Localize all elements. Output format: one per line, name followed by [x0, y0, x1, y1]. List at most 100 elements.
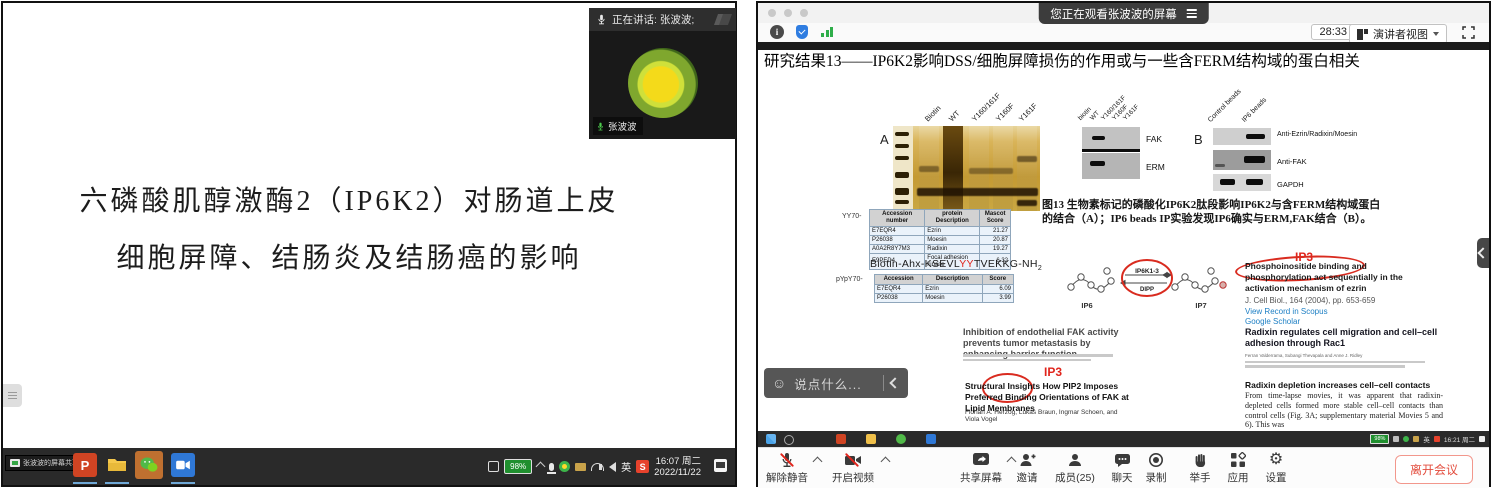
start-video-label: 开启视频 [832, 470, 874, 485]
avatar [628, 48, 698, 118]
info-glyph: i [776, 27, 779, 37]
collapsed-sidebar-tab[interactable] [3, 384, 22, 407]
members-button[interactable]: 成员(25) [1052, 452, 1098, 485]
invite-person-icon [1019, 452, 1036, 468]
shared-slide-title: 研究结果13——IP6K2影响DSS/细胞屏障损伤的作用或与一些含FERM结构域… [764, 51, 1480, 72]
ip6-ip7-pathway-diagram: IP6K1-3 DIPP IP6 IP7 [1063, 251, 1241, 315]
paper2-title: Radixin regulates cell migration and cel… [1245, 327, 1440, 349]
paper3-body: From time-lapse movies, it was apparent … [1245, 391, 1443, 430]
gel-lane-label: Y160F [994, 101, 1017, 124]
blot-row-label: ERM [1146, 162, 1165, 172]
score-table-2: AccessionDescriptionScore E7EQR4Ezrin6.0… [874, 274, 1014, 303]
active-app-underline [171, 482, 195, 484]
leave-meeting-button[interactable]: 离开会议 [1395, 455, 1473, 484]
table-row: P26038Moesin3.99 [875, 294, 1014, 303]
pathway-phosphatase: DIPP [1140, 287, 1154, 293]
paper3-heading: Radixin depletion increases cell–cell co… [1245, 380, 1430, 390]
mini-notification-icon [1479, 436, 1485, 442]
tray-glyphs [1403, 436, 1409, 442]
slide-title-line2: 细胞屏障、结肠炎及结肠癌的影响 [3, 236, 695, 276]
network-icon[interactable] [591, 463, 604, 471]
dual-screenshot-canvas: 六磷酸肌醇激酶2（IP6K2）对肠道上皮 细胞屏障、结肠炎及结肠癌的影响 正在讲… [0, 0, 1492, 488]
tray-expand-caret[interactable] [536, 462, 546, 472]
fine-print-line [1245, 361, 1425, 364]
record-label: 录制 [1146, 470, 1167, 485]
wechat-taskbar-icon[interactable] [135, 451, 163, 479]
record-button[interactable]: 录制 [1133, 452, 1179, 485]
collapse-chevron-icon[interactable] [889, 377, 900, 388]
traffic-light-buttons[interactable] [768, 9, 808, 17]
divider [883, 375, 884, 391]
ezrin-blot-image [1213, 128, 1271, 145]
biotin-peptide-sequence: Biotin-Ahx-KSEVLYYTVEKKG-NH2 [870, 258, 1042, 272]
system-tray[interactable]: 98% 英 S 16:07 周二 2022/11/22 [488, 448, 701, 485]
b-row-label: Anti-FAK [1277, 157, 1307, 166]
tray-mic-icon[interactable] [549, 463, 554, 471]
record-icon [1148, 452, 1164, 468]
gapdh-blot-image [1213, 174, 1271, 191]
fak-b-blot-image [1213, 150, 1271, 170]
view-mode-button[interactable]: 演讲者视图 [1349, 24, 1447, 44]
tray-glyphs [1413, 436, 1419, 442]
pathway-product: IP7 [1195, 301, 1206, 310]
share-screen-label: 共享屏幕 [960, 470, 1002, 485]
watching-banner-text: 您正在观看张波波的屏幕 [1050, 6, 1177, 22]
wechat-mini-icon [896, 434, 906, 444]
meeting-app-icon[interactable] [171, 453, 195, 477]
video-camera-icon [176, 459, 190, 471]
tray-green-app-icon[interactable] [559, 461, 570, 472]
pathway-substrate: IP6 [1081, 301, 1092, 310]
gear-icon: ⚙ [1269, 452, 1283, 468]
power-plug-icon [488, 461, 499, 472]
mic-options-caret[interactable] [813, 457, 823, 467]
shared-screen-taskbar: 98% 英 16:21 周二 [758, 431, 1489, 447]
fine-print-line [1245, 365, 1405, 368]
invite-button[interactable]: 邀请 [1004, 452, 1050, 485]
banner-menu-icon[interactable] [1187, 13, 1197, 15]
security-shield-icon[interactable] [796, 25, 808, 39]
peptide-label-1: YY70- [842, 213, 861, 220]
fullscreen-button[interactable] [1462, 26, 1475, 39]
meeting-mini-icon [926, 434, 936, 444]
share-screen-icon [972, 452, 990, 468]
chat-input-bubble[interactable]: ☺ 说点什么... [764, 368, 908, 398]
speaker-icon[interactable] [609, 462, 616, 472]
table-row: E7EQR4Ezrin6.09 [875, 285, 1014, 294]
mini-clock: 16:21 周二 [1444, 434, 1475, 444]
hamburger-icon [8, 395, 17, 397]
notification-center-icon[interactable] [714, 459, 727, 472]
unmute-button[interactable]: 解除静音 [764, 452, 810, 485]
mic-icon [596, 121, 605, 132]
search-icon [784, 435, 794, 445]
table-row: P26038Moesin20.87 [870, 236, 1011, 245]
settings-button[interactable]: ⚙ 设置 [1253, 452, 1299, 485]
emoji-icon[interactable]: ☺ [772, 375, 786, 391]
start-video-button[interactable]: 开启视频 [830, 452, 876, 485]
info-icon[interactable]: i [770, 25, 784, 39]
view-mode-label: 演讲者视图 [1373, 26, 1428, 42]
tray-folder-icon[interactable] [575, 463, 586, 471]
file-explorer-icon[interactable] [105, 453, 129, 477]
presenter-screen-panel: 六磷酸肌醇激酶2（IP6K2）对肠道上皮 细胞屏障、结肠炎及结肠癌的影响 正在讲… [1, 1, 737, 487]
peptide-label-2: pYpY70- [836, 276, 863, 283]
google-scholar-link: Google Scholar [1245, 317, 1300, 326]
share-screen-button[interactable]: 共享屏幕 [958, 452, 1004, 485]
invite-label: 邀请 [1017, 470, 1038, 485]
mini-ime: 英 [1423, 434, 1430, 444]
chat-placeholder[interactable]: 说点什么... [794, 374, 881, 393]
screen-share-label: 张波波的屏幕共享 [23, 458, 79, 468]
mini-battery: 98% [1370, 434, 1389, 444]
participant-name-badge: 张波波 [593, 117, 643, 135]
unmute-label: 解除静音 [766, 470, 808, 485]
powerpoint-taskbar-icon[interactable]: P [73, 453, 97, 477]
side-panel-tab[interactable] [1477, 238, 1489, 268]
ime-indicator[interactable]: 英 [621, 459, 631, 474]
apps-label: 应用 [1228, 470, 1249, 485]
chevron-left-icon [1477, 247, 1488, 258]
speaker-video-tile[interactable]: 正在讲话: 张波波; 张波波 [589, 8, 736, 139]
battery-indicator: 98% [504, 459, 532, 474]
battery-percent: 98% [504, 459, 532, 474]
taskbar-clock[interactable]: 16:07 周二 2022/11/22 [654, 456, 701, 478]
video-options-caret[interactable] [881, 457, 891, 467]
sogou-icon[interactable]: S [636, 460, 649, 473]
